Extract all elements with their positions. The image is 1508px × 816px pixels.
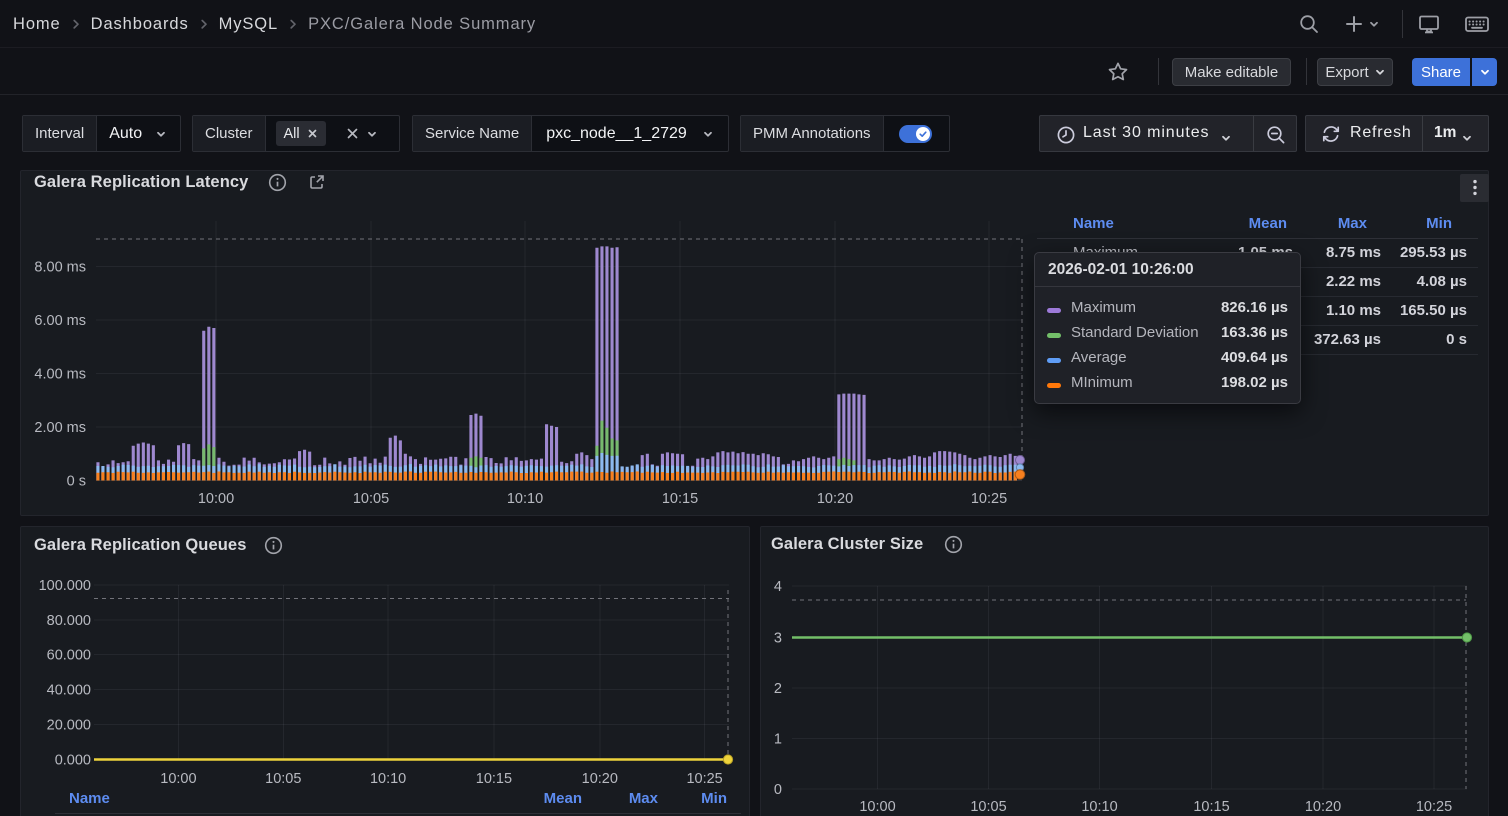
svg-text:10:25: 10:25 bbox=[1416, 799, 1452, 815]
svg-text:10:05: 10:05 bbox=[970, 799, 1006, 815]
svg-text:0.000: 0.000 bbox=[55, 753, 91, 769]
svg-text:0: 0 bbox=[774, 782, 782, 798]
svg-text:10:10: 10:10 bbox=[507, 491, 543, 507]
svg-text:8.00 ms: 8.00 ms bbox=[34, 260, 86, 276]
svg-text:10:00: 10:00 bbox=[160, 771, 196, 787]
svg-text:60.000: 60.000 bbox=[47, 648, 91, 664]
svg-text:10:15: 10:15 bbox=[662, 491, 698, 507]
svg-text:4.00 ms: 4.00 ms bbox=[34, 367, 86, 383]
svg-text:10:15: 10:15 bbox=[476, 771, 512, 787]
svg-text:10:15: 10:15 bbox=[1193, 799, 1229, 815]
svg-text:100.000: 100.000 bbox=[39, 578, 91, 594]
svg-text:10:25: 10:25 bbox=[971, 491, 1007, 507]
svg-text:10:05: 10:05 bbox=[265, 771, 301, 787]
svg-text:10:25: 10:25 bbox=[686, 771, 722, 787]
svg-text:0 s: 0 s bbox=[67, 474, 86, 490]
svg-text:6.00 ms: 6.00 ms bbox=[34, 313, 86, 329]
svg-text:40.000: 40.000 bbox=[47, 683, 91, 699]
svg-text:20.000: 20.000 bbox=[47, 717, 91, 733]
svg-text:10:20: 10:20 bbox=[1305, 799, 1341, 815]
svg-text:10:05: 10:05 bbox=[353, 491, 389, 507]
svg-text:10:00: 10:00 bbox=[198, 491, 234, 507]
svg-text:10:20: 10:20 bbox=[582, 771, 618, 787]
svg-text:10:10: 10:10 bbox=[370, 771, 406, 787]
svg-text:3: 3 bbox=[774, 631, 782, 647]
svg-text:4: 4 bbox=[774, 579, 782, 595]
svg-text:1: 1 bbox=[774, 732, 782, 748]
svg-text:2: 2 bbox=[774, 681, 782, 697]
svg-text:2.00 ms: 2.00 ms bbox=[34, 420, 86, 436]
svg-text:10:00: 10:00 bbox=[859, 799, 895, 815]
svg-text:80.000: 80.000 bbox=[47, 613, 91, 629]
svg-text:10:10: 10:10 bbox=[1081, 799, 1117, 815]
svg-text:10:20: 10:20 bbox=[817, 491, 853, 507]
